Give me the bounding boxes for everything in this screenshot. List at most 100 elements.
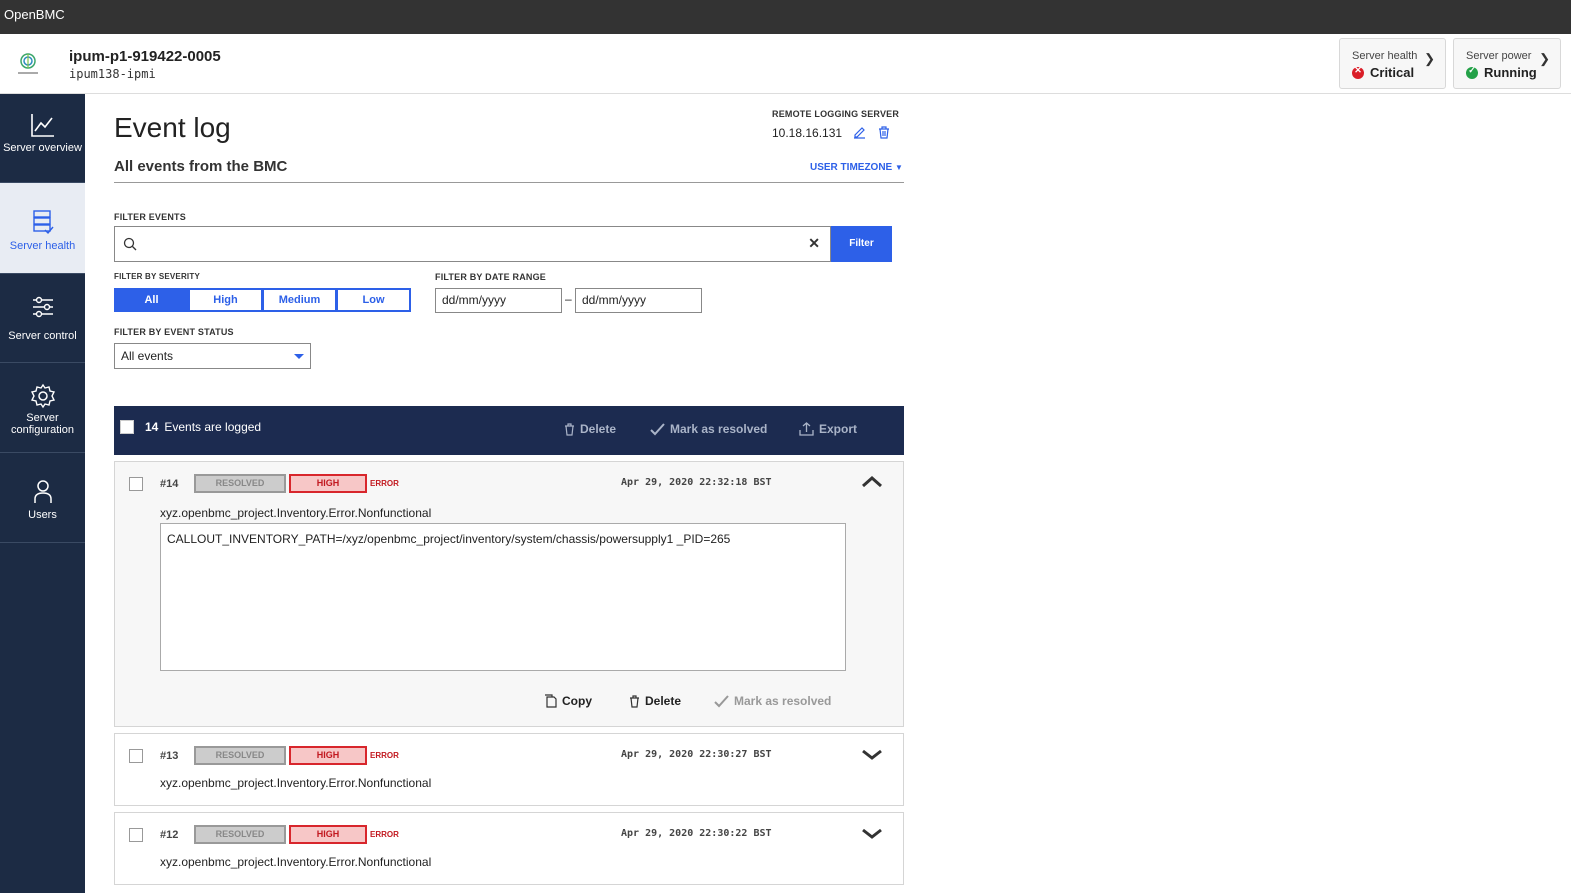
events-count: 14: [145, 420, 159, 434]
sidebar-item-label: Server health: [9, 240, 76, 252]
sidebar-item-server-configuration[interactable]: Server configuration: [0, 363, 85, 453]
server-health-value: Critical: [1370, 65, 1415, 80]
toolbar-export-label: Export: [819, 422, 858, 436]
severity-low-button[interactable]: Low: [336, 288, 411, 312]
toolbar-delete-label: Delete: [580, 422, 617, 436]
copy-button[interactable]: Copy: [544, 694, 592, 708]
page-title: Event log: [114, 112, 231, 143]
app-header: ipum-p1-919422-0005 ipum138-ipmi Server …: [0, 34, 1571, 94]
severity-high-button[interactable]: High: [188, 288, 263, 312]
server-power-value: Running: [1484, 65, 1537, 80]
trash-icon: [565, 422, 574, 436]
sidebar-item-label: Server control: [8, 330, 77, 342]
copy-icon: [545, 694, 557, 708]
server-power-label: Server power: [1466, 50, 1532, 62]
severity-filter-group: All High Medium Low: [114, 288, 411, 312]
chevron-up-icon[interactable]: [861, 474, 883, 493]
chevron-down-icon[interactable]: [861, 827, 883, 846]
delete-button[interactable]: Delete: [629, 694, 681, 708]
event-id: #12: [160, 829, 179, 841]
severity-badge: HIGH: [289, 825, 367, 844]
event-card: #14 RESOLVED HIGH ERROR Apr 29, 2020 22:…: [114, 461, 904, 727]
sidebar-item-users[interactable]: Users: [0, 453, 85, 543]
delete-label: Delete: [645, 694, 682, 708]
toolbar-export-button[interactable]: Export: [799, 422, 857, 436]
resolved-badge: RESOLVED: [194, 474, 286, 493]
sidebar: Server overview Server health Server con…: [0, 94, 85, 893]
severity-medium-button[interactable]: Medium: [262, 288, 337, 312]
event-type: ERROR: [370, 751, 399, 760]
filter-button[interactable]: Filter: [831, 226, 892, 262]
caret-down-icon: ▼: [895, 163, 903, 172]
event-timestamp: Apr 29, 2020 22:30:27 BST: [621, 749, 772, 760]
select-all-checkbox[interactable]: [120, 420, 134, 434]
user-icon: [33, 480, 52, 503]
export-icon: [799, 422, 814, 436]
event-timestamp: Apr 29, 2020 22:30:22 BST: [621, 828, 772, 839]
checkmark-icon: [650, 422, 665, 435]
event-message: xyz.openbmc_project.Inventory.Error.Nonf…: [160, 855, 432, 869]
event-type: ERROR: [370, 479, 399, 488]
event-detail-text[interactable]: CALLOUT_INVENTORY_PATH=/xyz/openbmc_proj…: [160, 523, 846, 671]
events-toolbar: 14 Events are logged Delete Mark as resol…: [114, 406, 904, 455]
openbmc-logo[interactable]: [14, 50, 42, 78]
filter-status-label: FILTER BY EVENT STATUS: [114, 327, 234, 337]
mark-resolved-button[interactable]: Mark as resolved: [714, 694, 831, 708]
chevron-down-icon[interactable]: [861, 748, 883, 767]
divider: [114, 182, 904, 183]
event-status-select[interactable]: All events: [114, 343, 311, 369]
app-title: OpenBMC: [4, 7, 65, 22]
sidebar-item-server-control[interactable]: Server control: [0, 274, 85, 363]
server-power-value-row: ✓ Running: [1466, 65, 1548, 80]
event-card: #12 RESOLVED HIGH ERROR Apr 29, 2020 22:…: [114, 812, 904, 885]
event-checkbox[interactable]: [129, 477, 143, 491]
events-count-label: Events are logged: [164, 420, 262, 434]
clear-icon[interactable]: ✕: [808, 235, 820, 252]
server-health-value-row: ✕ Critical: [1352, 65, 1433, 80]
severity-badge: HIGH: [289, 474, 367, 493]
event-card: #13 RESOLVED HIGH ERROR Apr 29, 2020 22:…: [114, 733, 904, 806]
date-separator: –: [565, 292, 572, 306]
filter-events-input[interactable]: ✕: [114, 226, 831, 262]
caret-down-icon: [294, 354, 304, 359]
filter-severity-label: FILTER BY SEVERITY: [114, 272, 200, 281]
copy-label: Copy: [562, 694, 592, 708]
sliders-icon: [32, 296, 53, 318]
page-subtitle: All events from the BMC: [114, 158, 288, 175]
event-status-value: All events: [121, 349, 174, 363]
server-health-icon: [32, 210, 54, 235]
severity-all-button[interactable]: All: [114, 288, 189, 312]
user-timezone-label: USER TIMEZONE: [810, 162, 893, 173]
server-health-label: Server health: [1352, 50, 1418, 62]
trash-icon[interactable]: [878, 126, 890, 144]
resolved-badge: RESOLVED: [194, 825, 286, 844]
edit-icon[interactable]: [853, 126, 866, 144]
checkmark-icon: [714, 694, 729, 707]
filter-date-label: FILTER BY DATE RANGE: [435, 272, 547, 282]
remote-logging-label: REMOTE LOGGING SERVER: [772, 109, 900, 119]
date-from-input[interactable]: dd/mm/yyyy: [435, 288, 562, 313]
server-health-status[interactable]: Server health ✕ Critical ❯: [1339, 38, 1446, 89]
gear-icon: [30, 383, 55, 409]
critical-icon: ✕: [1352, 65, 1364, 79]
events-count-row: 14 Events are logged: [145, 420, 261, 434]
server-power-status[interactable]: Server power ✓ Running ❯: [1453, 38, 1561, 89]
toolbar-delete-button[interactable]: Delete: [564, 422, 616, 436]
sidebar-item-server-health[interactable]: Server health: [0, 183, 85, 274]
sidebar-item-server-overview[interactable]: Server overview: [0, 94, 85, 183]
event-id: #14: [160, 478, 179, 490]
date-to-input[interactable]: dd/mm/yyyy: [575, 288, 702, 313]
running-icon: ✓: [1466, 65, 1478, 79]
toolbar-mark-resolved-label: Mark as resolved: [670, 422, 768, 436]
trash-icon: [630, 694, 639, 708]
event-checkbox[interactable]: [129, 749, 143, 763]
event-checkbox[interactable]: [129, 828, 143, 842]
chevron-right-icon: ❯: [1539, 51, 1550, 66]
severity-badge: HIGH: [289, 746, 367, 765]
chart-icon: [30, 114, 54, 137]
user-timezone-dropdown[interactable]: USER TIMEZONE ▼: [810, 162, 903, 173]
toolbar-mark-resolved-button[interactable]: Mark as resolved: [650, 422, 767, 436]
filter-events-label: FILTER EVENTS: [114, 212, 186, 222]
sidebar-item-label: Server configuration: [11, 412, 74, 436]
remote-logging-ip: 10.18.16.131: [772, 126, 843, 140]
